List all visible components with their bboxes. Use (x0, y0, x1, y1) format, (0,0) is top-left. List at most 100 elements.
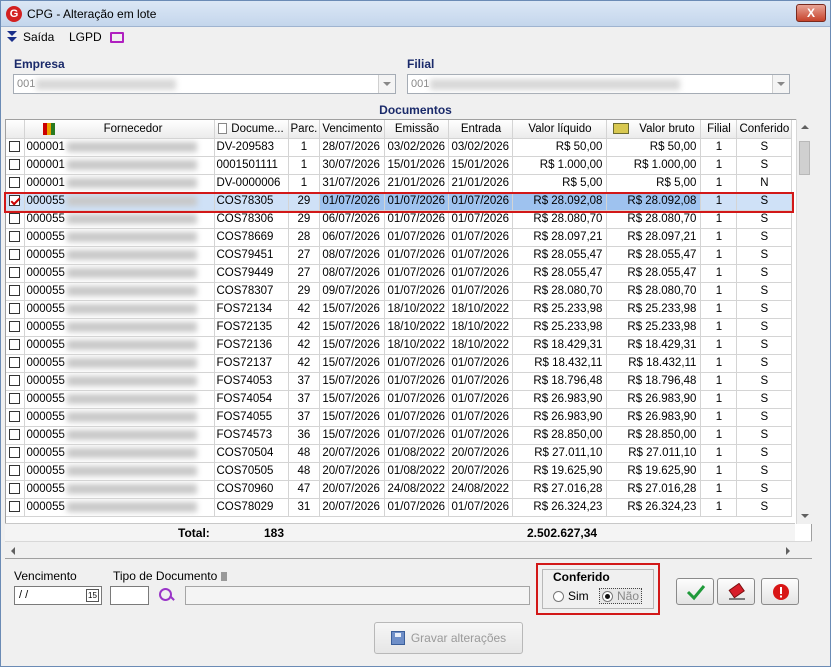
col-fornecedor[interactable]: Fornecedor (24, 120, 215, 139)
row-checkbox[interactable] (9, 285, 21, 297)
row-checkbox[interactable] (9, 267, 21, 279)
scroll-up-icon[interactable] (797, 119, 812, 135)
row-checkbox-cell[interactable] (6, 156, 25, 175)
row-checkbox-cell[interactable] (6, 318, 25, 337)
row-checkbox[interactable] (9, 357, 21, 369)
col-vencimento[interactable]: Vencimento (319, 120, 386, 139)
table-row[interactable]: 000055 FOS72134 42 15/07/2026 18/10/2022 18/1… (6, 300, 793, 319)
row-checkbox[interactable] (9, 213, 21, 225)
search-icon[interactable] (158, 587, 174, 603)
row-checkbox[interactable] (9, 465, 21, 477)
cell-valor-bruto: R$ 18.429,31 (606, 336, 702, 355)
row-checkbox-cell[interactable] (6, 354, 25, 373)
table-row[interactable]: 000055 FOS74054 37 15/07/2026 01/07/2026 01/0… (6, 390, 793, 409)
row-checkbox[interactable] (9, 141, 21, 153)
table-row[interactable]: 000055 FOS74573 36 15/07/2026 01/07/2026 01/0… (6, 426, 793, 445)
row-checkbox[interactable] (9, 177, 21, 189)
row-checkbox-cell[interactable] (6, 228, 25, 247)
table-row[interactable]: 000055 COS79451 27 08/07/2026 01/07/2026 01/0… (6, 246, 793, 265)
row-checkbox[interactable] (9, 375, 21, 387)
row-checkbox-cell[interactable] (6, 246, 25, 265)
horizontal-scrollbar[interactable] (5, 541, 812, 558)
table-row[interactable]: 000055 COS70960 47 20/07/2026 24/08/2022 24/0… (6, 480, 793, 499)
row-checkbox[interactable] (9, 159, 21, 171)
table-row[interactable]: 000055 FOS72136 42 15/07/2026 18/10/2022 18/1… (6, 336, 793, 355)
row-checkbox[interactable] (9, 231, 21, 243)
row-checkbox[interactable] (9, 195, 21, 207)
menu-saida[interactable]: Saída (7, 29, 54, 45)
table-row[interactable]: 000055 COS78305 29 01/07/2026 01/07/2026 01/0… (6, 192, 793, 211)
table-row[interactable]: 000055 COS78669 28 06/07/2026 01/07/2026 01/0… (6, 228, 793, 247)
table-row[interactable]: 000055 COS78306 29 06/07/2026 01/07/2026 01/0… (6, 210, 793, 229)
alert-button[interactable] (761, 578, 799, 605)
row-checkbox[interactable] (9, 393, 21, 405)
vertical-scrollbar[interactable] (796, 119, 812, 524)
col-check[interactable] (6, 120, 25, 139)
table-row[interactable]: 000055 FOS74053 37 15/07/2026 01/07/2026 01/0… (6, 372, 793, 391)
row-checkbox-cell[interactable] (6, 426, 25, 445)
row-checkbox[interactable] (9, 501, 21, 513)
row-checkbox-cell[interactable] (6, 444, 25, 463)
chevron-down-icon[interactable] (772, 75, 789, 93)
row-checkbox-cell[interactable] (6, 192, 25, 211)
row-checkbox-cell[interactable] (6, 498, 25, 517)
table-row[interactable]: 000055 FOS72135 42 15/07/2026 18/10/2022 18/1… (6, 318, 793, 337)
col-valor-liquido[interactable]: Valor líquido (512, 120, 608, 139)
confirm-button[interactable] (676, 578, 714, 605)
calendar-icon[interactable]: 15 (86, 589, 99, 602)
row-checkbox[interactable] (9, 339, 21, 351)
col-filial[interactable]: Filial (700, 120, 738, 139)
row-checkbox-cell[interactable] (6, 408, 25, 427)
table-row[interactable]: 000055 COS79449 27 08/07/2026 01/07/2026 01/0… (6, 264, 793, 283)
table-row[interactable]: 000055 COS70505 48 20/07/2026 01/08/2022 20/0… (6, 462, 793, 481)
row-checkbox-cell[interactable] (6, 264, 25, 283)
empresa-combo[interactable]: 001 (13, 74, 396, 94)
row-checkbox-cell[interactable] (6, 282, 25, 301)
table-row[interactable]: 000001 0001501111 1 30/07/2026 15/01/2026 15/… (6, 156, 793, 175)
row-checkbox[interactable] (9, 249, 21, 261)
row-checkbox-cell[interactable] (6, 390, 25, 409)
row-checkbox[interactable] (9, 429, 21, 441)
row-checkbox-cell[interactable] (6, 372, 25, 391)
row-checkbox-cell[interactable] (6, 210, 25, 229)
cell-filial: 1 (700, 138, 738, 157)
row-checkbox[interactable] (9, 411, 21, 423)
cell-entrada: 01/07/2026 (448, 210, 514, 229)
scroll-down-icon[interactable] (797, 508, 812, 524)
table-row[interactable]: 000055 COS78307 29 09/07/2026 01/07/2026 01/0… (6, 282, 793, 301)
col-entrada[interactable]: Entrada (448, 120, 514, 139)
menu-lgpd[interactable]: LGPD (69, 29, 124, 45)
vencimento-input[interactable]: / / 15 (14, 586, 102, 605)
tipo-documento-input[interactable] (110, 586, 149, 605)
col-valor-bruto[interactable]: Valor bruto (606, 120, 702, 139)
row-checkbox-cell[interactable] (6, 174, 25, 193)
table-row[interactable]: 000055 COS78029 31 20/07/2026 01/07/2026 01/0… (6, 498, 793, 517)
table-row[interactable]: 000001 DV-209583 1 28/07/2026 03/02/2026 03/0… (6, 138, 793, 157)
table-row[interactable]: 000055 FOS72137 42 15/07/2026 01/07/2026 01/0… (6, 354, 793, 373)
col-emissao[interactable]: Emissão (384, 120, 450, 139)
col-conferido[interactable]: Conferido (736, 120, 793, 139)
row-checkbox-cell[interactable] (6, 138, 25, 157)
row-checkbox[interactable] (9, 447, 21, 459)
col-documento[interactable]: Docume... (214, 120, 289, 139)
chevron-down-icon[interactable] (378, 75, 395, 93)
clear-button[interactable] (717, 578, 755, 605)
row-checkbox-cell[interactable] (6, 300, 25, 319)
row-checkbox-cell[interactable] (6, 480, 25, 499)
scroll-thumb[interactable] (799, 141, 810, 175)
cell-conferido: S (736, 354, 793, 373)
table-row[interactable]: 000055 COS70504 48 20/07/2026 01/08/2022 20/0… (6, 444, 793, 463)
row-checkbox[interactable] (9, 483, 21, 495)
row-checkbox[interactable] (9, 303, 21, 315)
row-checkbox-cell[interactable] (6, 336, 25, 355)
cell-valor-liquido: R$ 28.080,70 (512, 210, 608, 229)
cell-vencimento: 15/07/2026 (319, 372, 386, 391)
table-row[interactable]: 000001 DV-0000006 1 31/07/2026 21/01/2026 21/… (6, 174, 793, 193)
filial-combo[interactable]: 001 (407, 74, 790, 94)
close-button[interactable]: X (796, 4, 826, 22)
row-checkbox-cell[interactable] (6, 462, 25, 481)
table-row[interactable]: 000055 FOS74055 37 15/07/2026 01/07/2026 01/0… (6, 408, 793, 427)
col-parcela[interactable]: Parc. (288, 120, 321, 139)
row-checkbox[interactable] (9, 321, 21, 333)
save-button[interactable]: Gravar alterações (374, 622, 523, 654)
